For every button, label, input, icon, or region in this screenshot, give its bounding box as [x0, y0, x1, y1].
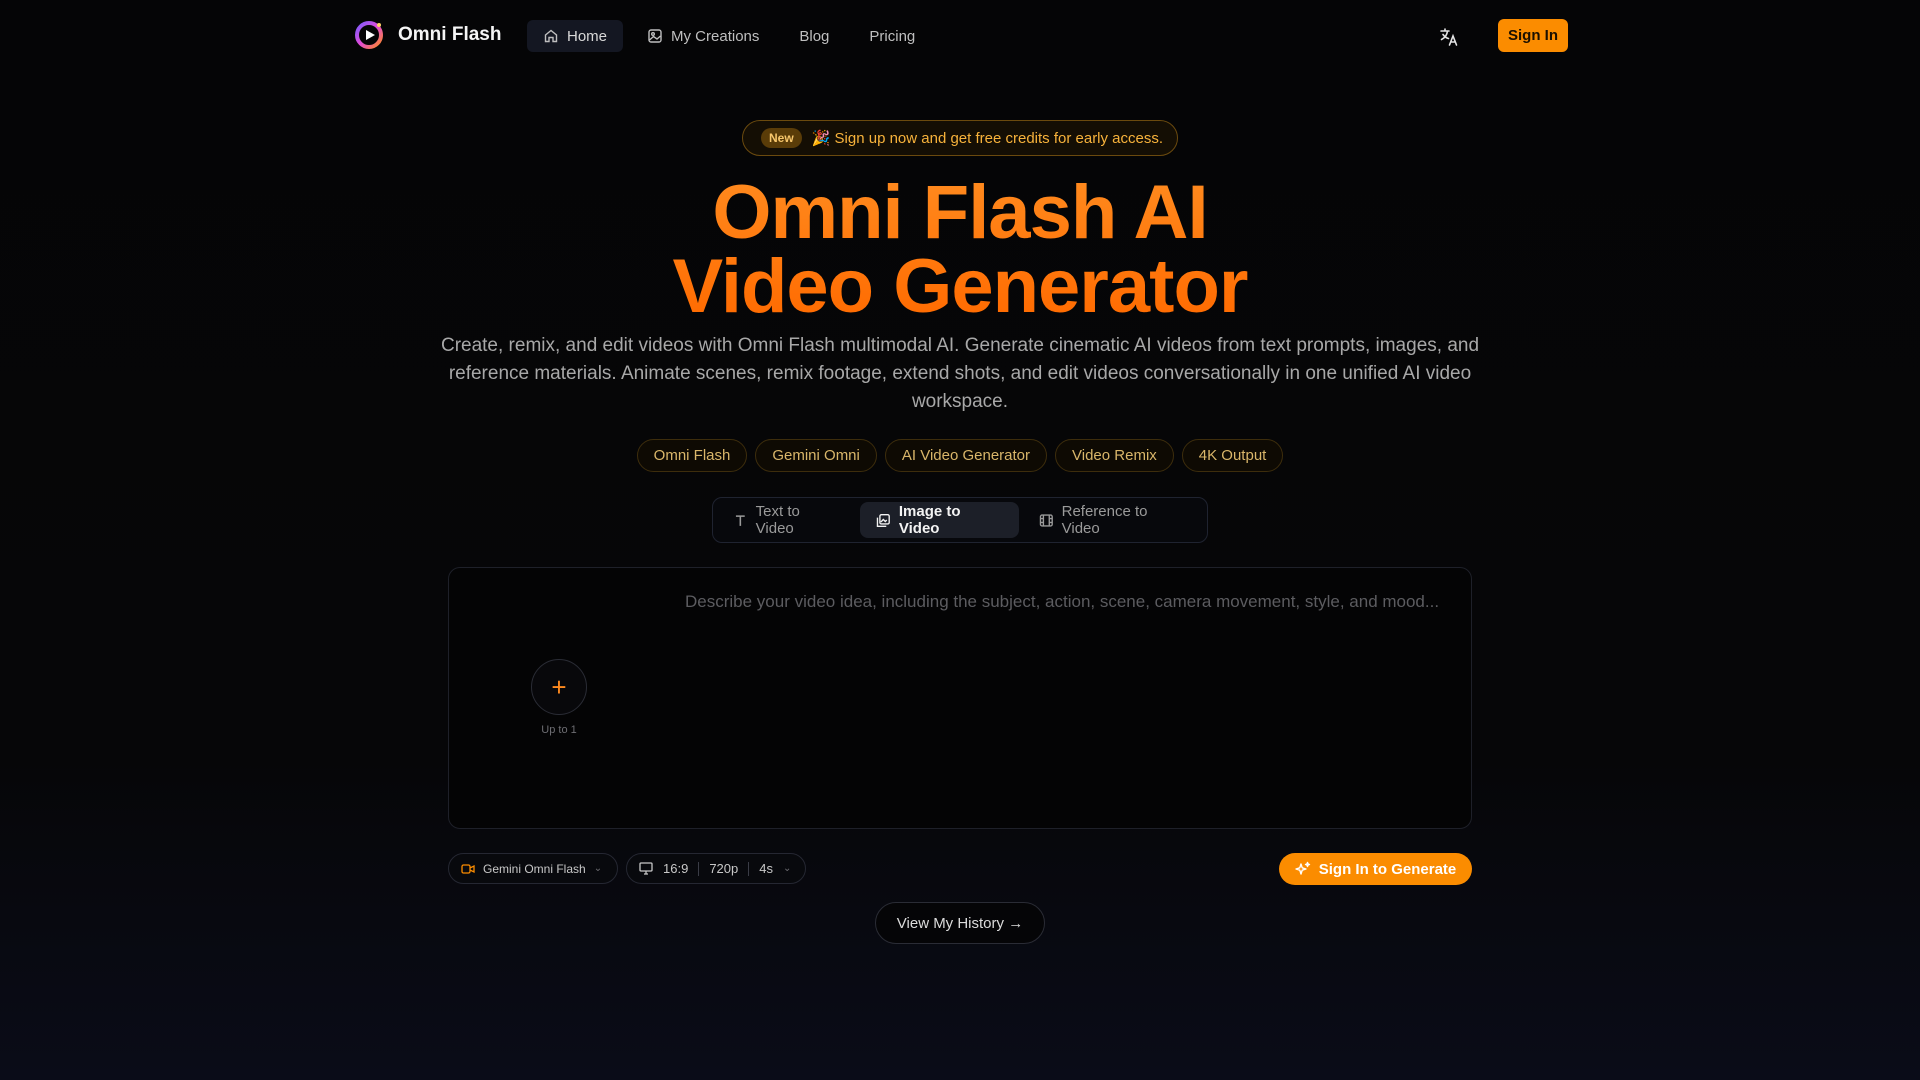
brand-name: Omni Flash: [398, 24, 502, 45]
tab-image-to-video-label: Image to Video: [898, 503, 961, 537]
tag-ai-video-generator: AI Video Generator: [884, 439, 1048, 472]
video-settings-select[interactable]: 16:9 720p 4s ⌄: [626, 853, 806, 884]
image-stack-icon: [876, 513, 891, 527]
duration-value: 4s: [759, 861, 773, 876]
nav-pricing-label: Pricing: [869, 27, 916, 45]
nav-blog[interactable]: Blog: [783, 20, 845, 52]
tag-4k-output: 4K Output: [1181, 439, 1284, 472]
announcement-text: 🎉 Sign up now and get free credits for e…: [811, 130, 1164, 147]
tag-video-remix: Video Remix: [1055, 439, 1174, 472]
announcement-banner[interactable]: New 🎉 Sign up now and get free credits f…: [742, 120, 1178, 156]
chevron-down-icon: ⌄: [782, 863, 792, 874]
sign-in-to-generate-button[interactable]: Sign In to Generate: [1279, 853, 1472, 885]
view-history-button[interactable]: View My History →: [875, 902, 1045, 944]
nav-pricing[interactable]: Pricing: [853, 20, 931, 52]
tab-text-to-video-label: Text to Video: [755, 503, 800, 537]
tag-omni-flash: Omni Flash: [636, 439, 748, 472]
nav-home-label: Home: [567, 27, 608, 45]
sparkles-icon: [1295, 861, 1310, 875]
tab-reference-to-video-label: Reference to Video: [1061, 503, 1148, 537]
monitor-icon: [639, 862, 653, 875]
nav-blog-label: Blog: [799, 27, 830, 45]
film-icon: [1039, 513, 1053, 527]
tab-text-to-video[interactable]: Text to Video: [717, 502, 856, 538]
hero-title-line2: Video Generator: [672, 244, 1248, 329]
generate-button-label: Sign In to Generate: [1318, 860, 1457, 878]
translate-icon[interactable]: [1438, 26, 1460, 48]
plus-icon: +: [551, 671, 567, 702]
mode-tabs: Text to Video Image to Video Reference t…: [712, 497, 1208, 543]
top-nav: Omni Flash Home My Creations Blog Pricin…: [0, 0, 1920, 72]
tab-reference-to-video[interactable]: Reference to Video: [1023, 502, 1203, 538]
hero-description: Create, remix, and edit videos with Omni…: [440, 335, 1480, 412]
nav-links: Home My Creations Blog Pricing: [527, 20, 931, 52]
new-badge: New: [761, 128, 802, 148]
text-icon: [735, 514, 745, 526]
video-camera-icon: [461, 863, 475, 874]
brand-logo-icon: [355, 21, 383, 49]
model-select[interactable]: Gemini Omni Flash ⌄: [448, 853, 618, 884]
tag-gemini-omni: Gemini Omni: [755, 439, 877, 472]
brand[interactable]: Omni Flash: [354, 20, 501, 50]
aspect-ratio-value: 16:9: [663, 861, 689, 876]
prompt-area[interactable]: Describe your video idea, including the …: [448, 567, 1472, 829]
hero-title-line1: Omni Flash AI: [712, 170, 1208, 255]
home-icon: [544, 29, 558, 43]
model-select-value: Gemini Omni Flash: [483, 861, 586, 876]
tab-image-to-video[interactable]: Image to Video: [860, 502, 1019, 538]
divider: [748, 861, 750, 876]
hero-title: Omni Flash AI Video Generator: [0, 176, 1920, 324]
chevron-down-icon: ⌄: [593, 863, 603, 874]
nav-my-creations[interactable]: My Creations: [631, 20, 775, 52]
nav-my-creations-label: My Creations: [671, 27, 760, 45]
upload-image-button[interactable]: +: [531, 659, 587, 715]
prompt-input[interactable]: Describe your video idea, including the …: [685, 592, 1439, 612]
keyword-tags: Omni Flash Gemini Omni AI Video Generato…: [0, 439, 1920, 472]
image-icon: [648, 29, 662, 43]
divider: [698, 861, 700, 876]
nav-home[interactable]: Home: [527, 20, 624, 52]
upload-limit-label: Up to 1: [541, 724, 577, 736]
resolution-value: 720p: [709, 861, 739, 876]
sign-in-button[interactable]: Sign In: [1498, 19, 1568, 52]
